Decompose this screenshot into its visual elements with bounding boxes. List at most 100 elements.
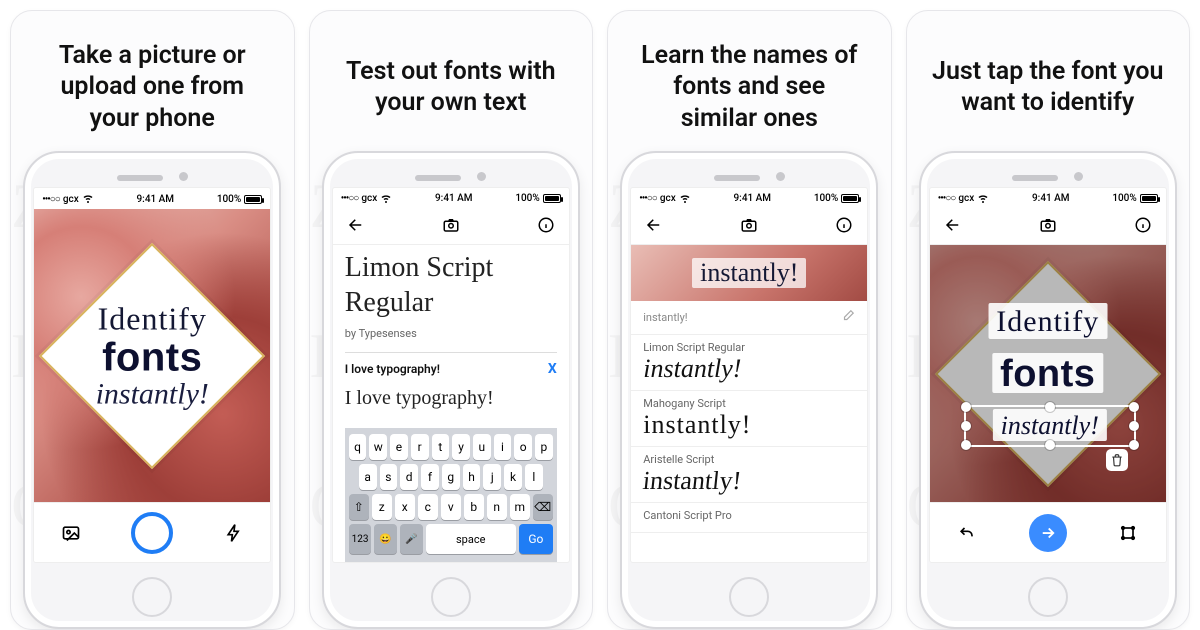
shutter-button[interactable] xyxy=(131,512,173,554)
selection-handle[interactable] xyxy=(1129,440,1139,450)
font-byline: by Typesenses xyxy=(345,327,557,340)
phone-screen: •••○○ gcx 9:41 AM 100% Identify fonts in… xyxy=(33,187,271,563)
crop-button[interactable] xyxy=(1115,520,1141,546)
font-result[interactable]: Mahogany Script instantly! xyxy=(631,391,867,447)
hero-word-instantly: instantly! xyxy=(57,377,247,411)
selection-handle[interactable] xyxy=(961,402,971,412)
key-space[interactable]: space xyxy=(426,524,516,554)
preview-text-input[interactable]: I love typography! X xyxy=(345,352,557,377)
key-mic[interactable]: 🎤 xyxy=(400,524,423,554)
home-button[interactable] xyxy=(431,577,471,617)
home-button[interactable] xyxy=(132,577,172,617)
font-preview-text: I love typography! xyxy=(345,387,557,410)
selection-box[interactable]: instantly! xyxy=(964,405,1136,447)
selection-handle[interactable] xyxy=(1129,421,1139,431)
key-o[interactable]: o xyxy=(514,434,532,460)
home-button[interactable] xyxy=(1028,577,1068,617)
font-result[interactable]: Aristelle Script instantly! xyxy=(631,447,867,503)
input-value: I love typography! xyxy=(345,362,440,376)
back-button[interactable] xyxy=(343,212,369,238)
app-bar xyxy=(631,206,867,245)
back-button[interactable] xyxy=(641,212,667,238)
key-b[interactable]: b xyxy=(464,494,484,520)
panel-caption: Just tap the font you want to identify xyxy=(918,11,1177,151)
status-time: 9:41 AM xyxy=(137,194,175,205)
key-u[interactable]: u xyxy=(473,434,491,460)
info-button[interactable] xyxy=(831,212,857,238)
font-result[interactable]: Cantoni Script Pro xyxy=(631,503,867,533)
hero-text-group: Identify fonts instantly! xyxy=(57,300,247,411)
key-numbers[interactable]: 123 xyxy=(349,524,372,554)
hero-word-identify: Identify xyxy=(57,300,247,337)
panel-caption: Test out fonts with your own text xyxy=(332,11,570,151)
status-bar: •••○○ gcx 9:41 AM 100% xyxy=(631,188,867,206)
key-m[interactable]: m xyxy=(510,494,530,520)
gallery-button[interactable] xyxy=(58,520,84,546)
front-camera-dot xyxy=(179,172,188,181)
camera-icon[interactable] xyxy=(1035,212,1061,238)
font-result-name: Limon Script Regular xyxy=(643,341,855,354)
key-i[interactable]: i xyxy=(494,434,512,460)
source-thumbnail: instantly! xyxy=(631,245,867,301)
key-g[interactable]: g xyxy=(442,464,460,490)
key-w[interactable]: w xyxy=(369,434,387,460)
battery-pct: 100% xyxy=(217,194,241,205)
key-emoji[interactable]: 😀 xyxy=(374,524,397,554)
font-name-line-1: Limon Script xyxy=(345,253,557,284)
phone-mockup: •••○○ gcx 9:41 AM 100% Identify fonts in… xyxy=(23,151,281,629)
key-s[interactable]: s xyxy=(380,464,398,490)
app-bar xyxy=(333,206,569,245)
identify-toolbar xyxy=(930,502,1166,562)
key-c[interactable]: c xyxy=(418,494,438,520)
key-f[interactable]: f xyxy=(421,464,439,490)
key-t[interactable]: t xyxy=(432,434,450,460)
flash-button[interactable] xyxy=(221,520,247,546)
key-h[interactable]: h xyxy=(463,464,481,490)
key-j[interactable]: j xyxy=(483,464,501,490)
key-delete[interactable]: ⌫ xyxy=(533,494,553,520)
pencil-icon[interactable] xyxy=(841,309,855,326)
info-button[interactable] xyxy=(533,212,559,238)
selection-handle[interactable] xyxy=(961,421,971,431)
selection-handle[interactable] xyxy=(961,440,971,450)
font-result[interactable]: Limon Script Regular instantly! xyxy=(631,335,867,391)
key-k[interactable]: k xyxy=(504,464,522,490)
key-l[interactable]: l xyxy=(525,464,543,490)
key-a[interactable]: a xyxy=(359,464,377,490)
key-p[interactable]: p xyxy=(535,434,553,460)
back-button[interactable] xyxy=(940,212,966,238)
key-y[interactable]: y xyxy=(452,434,470,460)
key-e[interactable]: e xyxy=(390,434,408,460)
key-z[interactable]: z xyxy=(372,494,392,520)
key-shift[interactable]: ⇧ xyxy=(349,494,369,520)
app-bar xyxy=(930,206,1166,245)
panel-caption: Take a picture or upload one from your p… xyxy=(45,11,260,151)
key-x[interactable]: x xyxy=(395,494,415,520)
key-d[interactable]: d xyxy=(400,464,418,490)
key-r[interactable]: r xyxy=(411,434,429,460)
selection-handle[interactable] xyxy=(1045,440,1055,450)
undo-button[interactable] xyxy=(954,520,980,546)
selection-handle[interactable] xyxy=(1045,402,1055,412)
camera-icon[interactable] xyxy=(438,212,464,238)
word-highlight-identify[interactable]: Identify xyxy=(988,303,1107,339)
info-button[interactable] xyxy=(1130,212,1156,238)
key-n[interactable]: n xyxy=(487,494,507,520)
selection-handle[interactable] xyxy=(1129,402,1139,412)
word-highlight-fonts[interactable]: fonts xyxy=(992,353,1103,393)
key-v[interactable]: v xyxy=(441,494,461,520)
font-result-sample: instantly! xyxy=(643,412,855,438)
camera-icon[interactable] xyxy=(736,212,762,238)
tap-to-identify-area[interactable]: Identify fonts instantly! xyxy=(930,245,1166,502)
clear-input-button[interactable]: X xyxy=(548,361,557,377)
word-highlight-instantly[interactable]: instantly! xyxy=(993,409,1107,441)
phone-mockup: •••○○ gcx 9:41 AM 100% instantly! instan… xyxy=(620,151,878,629)
home-button[interactable] xyxy=(729,577,769,617)
camera-preview: Identify fonts instantly! xyxy=(34,209,270,502)
query-text-row[interactable]: instantly! xyxy=(631,301,867,335)
phone-mockup: •••○○ gcx 9:41 AM 100% Identify xyxy=(919,151,1177,629)
key-q[interactable]: q xyxy=(349,434,367,460)
delete-selection-button[interactable] xyxy=(1106,449,1128,471)
key-go[interactable]: Go xyxy=(519,524,553,554)
next-button[interactable] xyxy=(1029,514,1067,552)
